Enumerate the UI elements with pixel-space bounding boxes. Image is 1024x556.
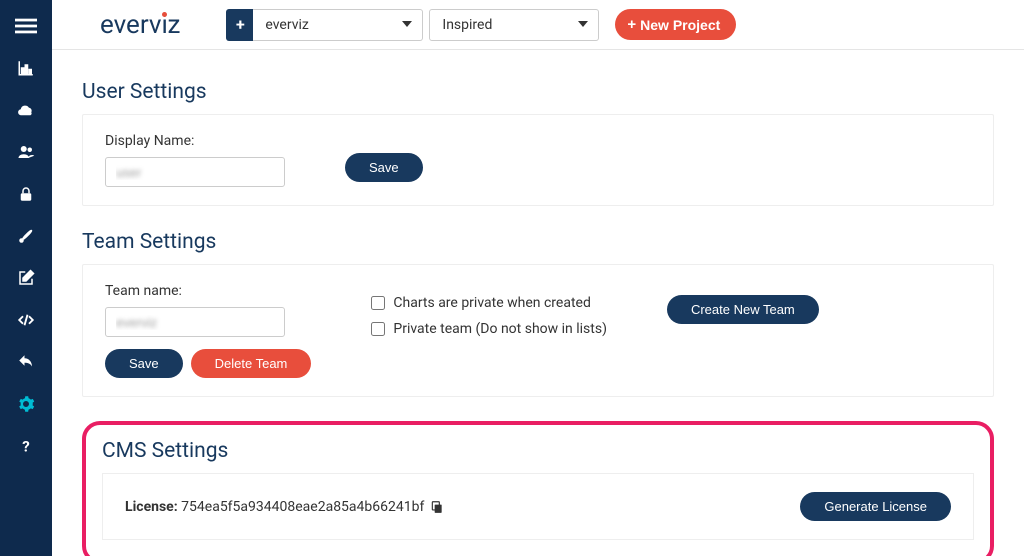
content: User Settings Display Name: Save Team Se…: [52, 50, 1024, 556]
team-settings-panel: Team name: Save Delete Team Charts are p…: [82, 264, 994, 397]
cms-settings-panel: License: 754ea5f5a934408eae2a85a4b66241b…: [102, 473, 974, 540]
menu-icon[interactable]: [8, 8, 44, 44]
team-dropdown[interactable]: everviz: [253, 9, 423, 41]
private-charts-checkbox[interactable]: [371, 296, 385, 310]
new-project-label: New Project: [640, 17, 720, 33]
undo-icon[interactable]: [8, 344, 44, 380]
display-name-input[interactable]: [105, 157, 285, 187]
logo-text-post: z: [167, 10, 180, 40]
sidebar: ?: [0, 0, 52, 556]
user-settings-title: User Settings: [82, 80, 994, 104]
plus-icon: +: [627, 16, 636, 33]
settings-icon[interactable]: [8, 386, 44, 422]
copy-icon[interactable]: [430, 500, 444, 514]
team-settings-section: Team Settings Team name: Save Delete Tea…: [82, 230, 994, 397]
users-icon[interactable]: [8, 134, 44, 170]
private-team-label: Private team (Do not show in lists): [393, 321, 607, 337]
cms-settings-highlight: CMS Settings License: 754ea5f5a934408eae…: [82, 421, 994, 556]
caret-down-icon: [402, 17, 412, 33]
brush-icon[interactable]: [8, 218, 44, 254]
lock-icon[interactable]: [8, 176, 44, 212]
chart-icon[interactable]: [8, 50, 44, 86]
code-icon[interactable]: [8, 302, 44, 338]
license-text: License: 754ea5f5a934408eae2a85a4b66241b…: [125, 499, 444, 515]
team-settings-title: Team Settings: [82, 230, 994, 254]
logo: everviz: [100, 10, 180, 40]
license-label: License:: [125, 499, 178, 515]
topbar: everviz + everviz Inspired + New Project: [52, 0, 1024, 50]
license-value: 754ea5f5a934408eae2a85a4b66241bf: [181, 499, 424, 515]
main: everviz + everviz Inspired + New Project…: [52, 0, 1024, 556]
new-project-button[interactable]: + New Project: [615, 9, 736, 40]
generate-license-button[interactable]: Generate License: [800, 492, 951, 521]
help-icon[interactable]: ?: [8, 428, 44, 464]
cloud-icon[interactable]: [8, 92, 44, 128]
private-team-checkbox-row[interactable]: Private team (Do not show in lists): [371, 321, 607, 337]
cms-settings-title: CMS Settings: [102, 439, 974, 463]
logo-dot: i: [161, 10, 167, 40]
add-team-button[interactable]: +: [226, 9, 254, 41]
private-team-checkbox[interactable]: [371, 322, 385, 336]
user-settings-section: User Settings Display Name: Save: [82, 80, 994, 206]
logo-text-pre: everv: [100, 10, 161, 40]
display-name-label: Display Name:: [105, 133, 285, 149]
svg-text:?: ?: [22, 437, 29, 455]
edit-icon[interactable]: [8, 260, 44, 296]
private-charts-label: Charts are private when created: [393, 295, 590, 311]
team-name-label: Team name:: [105, 283, 311, 299]
caret-down-icon: [578, 17, 588, 33]
theme-dropdown[interactable]: Inspired: [429, 9, 599, 41]
team-selector-wrap: + everviz: [226, 9, 423, 41]
private-charts-checkbox-row[interactable]: Charts are private when created: [371, 295, 607, 311]
team-dropdown-value: everviz: [265, 17, 308, 33]
theme-dropdown-value: Inspired: [442, 17, 492, 33]
create-team-button[interactable]: Create New Team: [667, 295, 819, 324]
team-save-button[interactable]: Save: [105, 349, 183, 378]
team-name-input[interactable]: [105, 307, 285, 337]
user-save-button[interactable]: Save: [345, 153, 423, 182]
delete-team-button[interactable]: Delete Team: [191, 349, 312, 378]
user-settings-panel: Display Name: Save: [82, 114, 994, 206]
